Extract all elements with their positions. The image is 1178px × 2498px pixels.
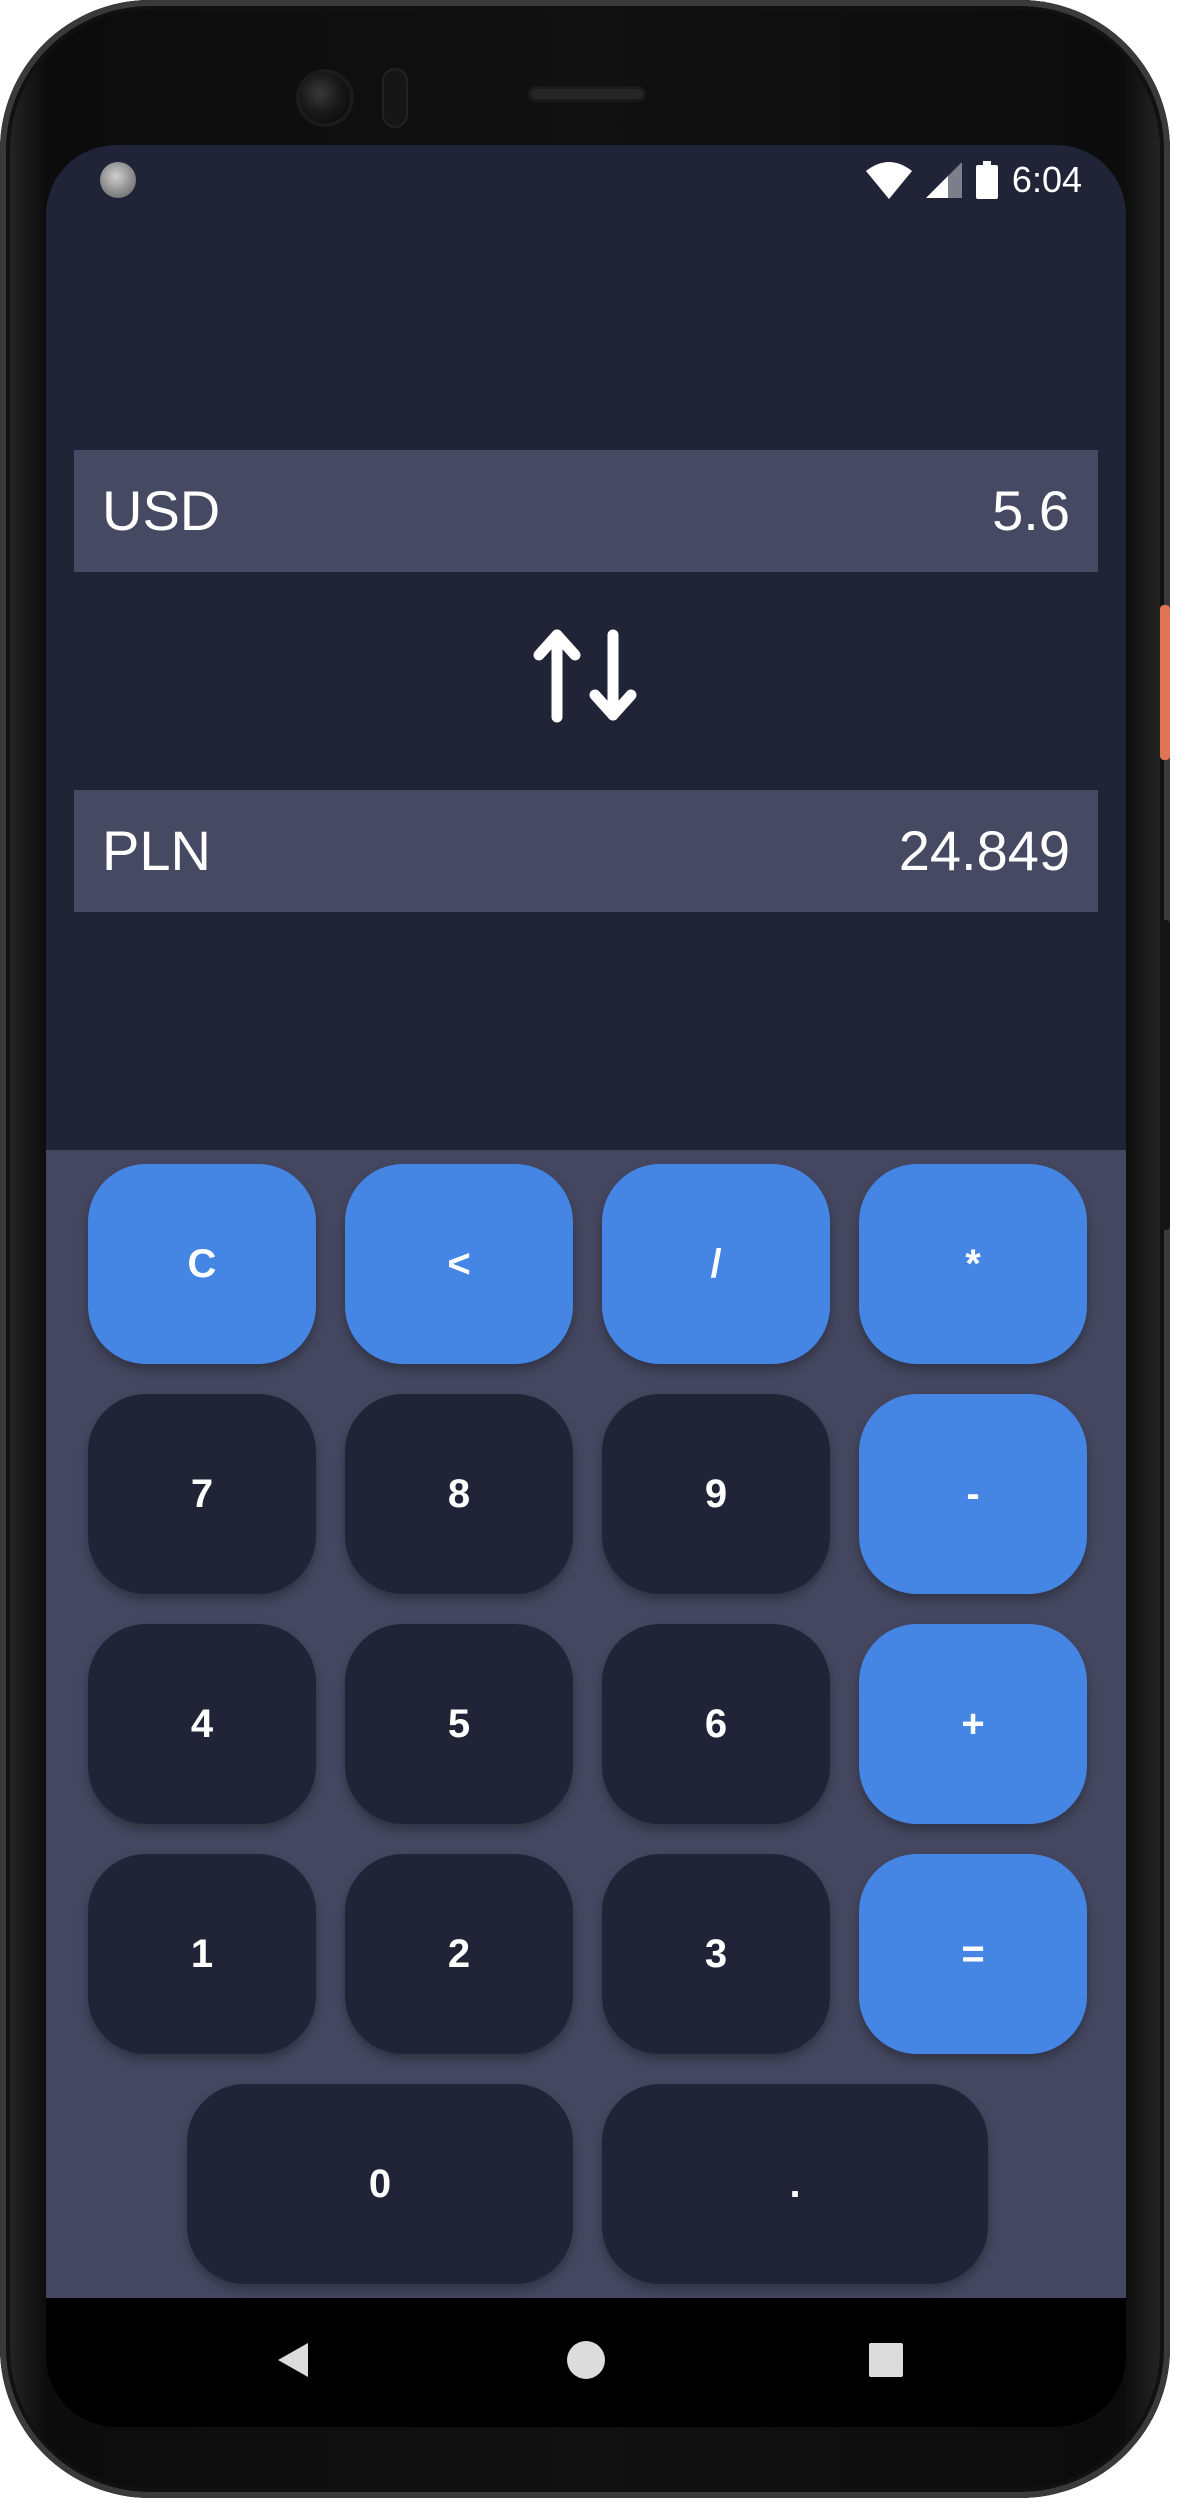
phone-frame: 6:04 USD 5.6 PLN 24.849 C < / * 7 8 9 - … xyxy=(0,0,1170,2498)
digit-5-button[interactable]: 5 xyxy=(345,1624,573,1824)
digit-6-button[interactable]: 6 xyxy=(602,1624,830,1824)
decimal-point-button[interactable]: . xyxy=(602,2084,988,2284)
wifi-icon xyxy=(865,162,912,199)
screen: 6:04 USD 5.6 PLN 24.849 C < / * 7 8 9 - … xyxy=(46,145,1126,2427)
swap-arrows-icon[interactable] xyxy=(533,625,637,725)
multiply-button[interactable]: * xyxy=(859,1164,1087,1364)
divide-button[interactable]: / xyxy=(602,1164,830,1364)
from-currency-code[interactable]: USD xyxy=(102,450,220,572)
power-button xyxy=(1160,605,1170,760)
digit-4-button[interactable]: 4 xyxy=(88,1624,316,1824)
digit-7-button[interactable]: 7 xyxy=(88,1394,316,1594)
status-icons: 6:04 xyxy=(865,155,1082,205)
digit-1-button[interactable]: 1 xyxy=(88,1854,316,2054)
to-currency-code[interactable]: PLN xyxy=(102,790,211,912)
front-camera xyxy=(300,73,350,123)
keypad: C < / * 7 8 9 - 4 5 6 + 1 2 3 = 0 . xyxy=(46,1150,1126,2298)
home-icon[interactable] xyxy=(564,2338,608,2382)
navigation-bar xyxy=(46,2298,1126,2427)
digit-3-button[interactable]: 3 xyxy=(602,1854,830,2054)
back-icon[interactable] xyxy=(272,2338,316,2382)
digit-0-button[interactable]: 0 xyxy=(187,2084,573,2284)
from-currency-field[interactable]: USD 5.6 xyxy=(74,450,1098,572)
digit-2-button[interactable]: 2 xyxy=(345,1854,573,2054)
from-amount: 5.6 xyxy=(992,479,1070,542)
status-bar: 6:04 xyxy=(46,145,1126,225)
battery-icon xyxy=(975,161,998,199)
backspace-button[interactable]: < xyxy=(345,1164,573,1364)
recents-icon[interactable] xyxy=(864,2338,908,2382)
subtract-button[interactable]: - xyxy=(859,1394,1087,1594)
status-time: 6:04 xyxy=(1011,159,1082,200)
notification-dot-icon xyxy=(100,162,136,198)
proximity-sensor xyxy=(384,70,406,126)
clear-button[interactable]: C xyxy=(88,1164,316,1364)
digit-9-button[interactable]: 9 xyxy=(602,1394,830,1594)
to-amount: 24.849 xyxy=(898,819,1070,882)
cellular-signal-icon xyxy=(925,162,962,198)
add-button[interactable]: + xyxy=(859,1624,1087,1824)
equals-button[interactable]: = xyxy=(859,1854,1087,2054)
to-currency-field[interactable]: PLN 24.849 xyxy=(74,790,1098,912)
earpiece-speaker xyxy=(528,86,646,102)
digit-8-button[interactable]: 8 xyxy=(345,1394,573,1594)
volume-button xyxy=(1160,920,1170,1230)
